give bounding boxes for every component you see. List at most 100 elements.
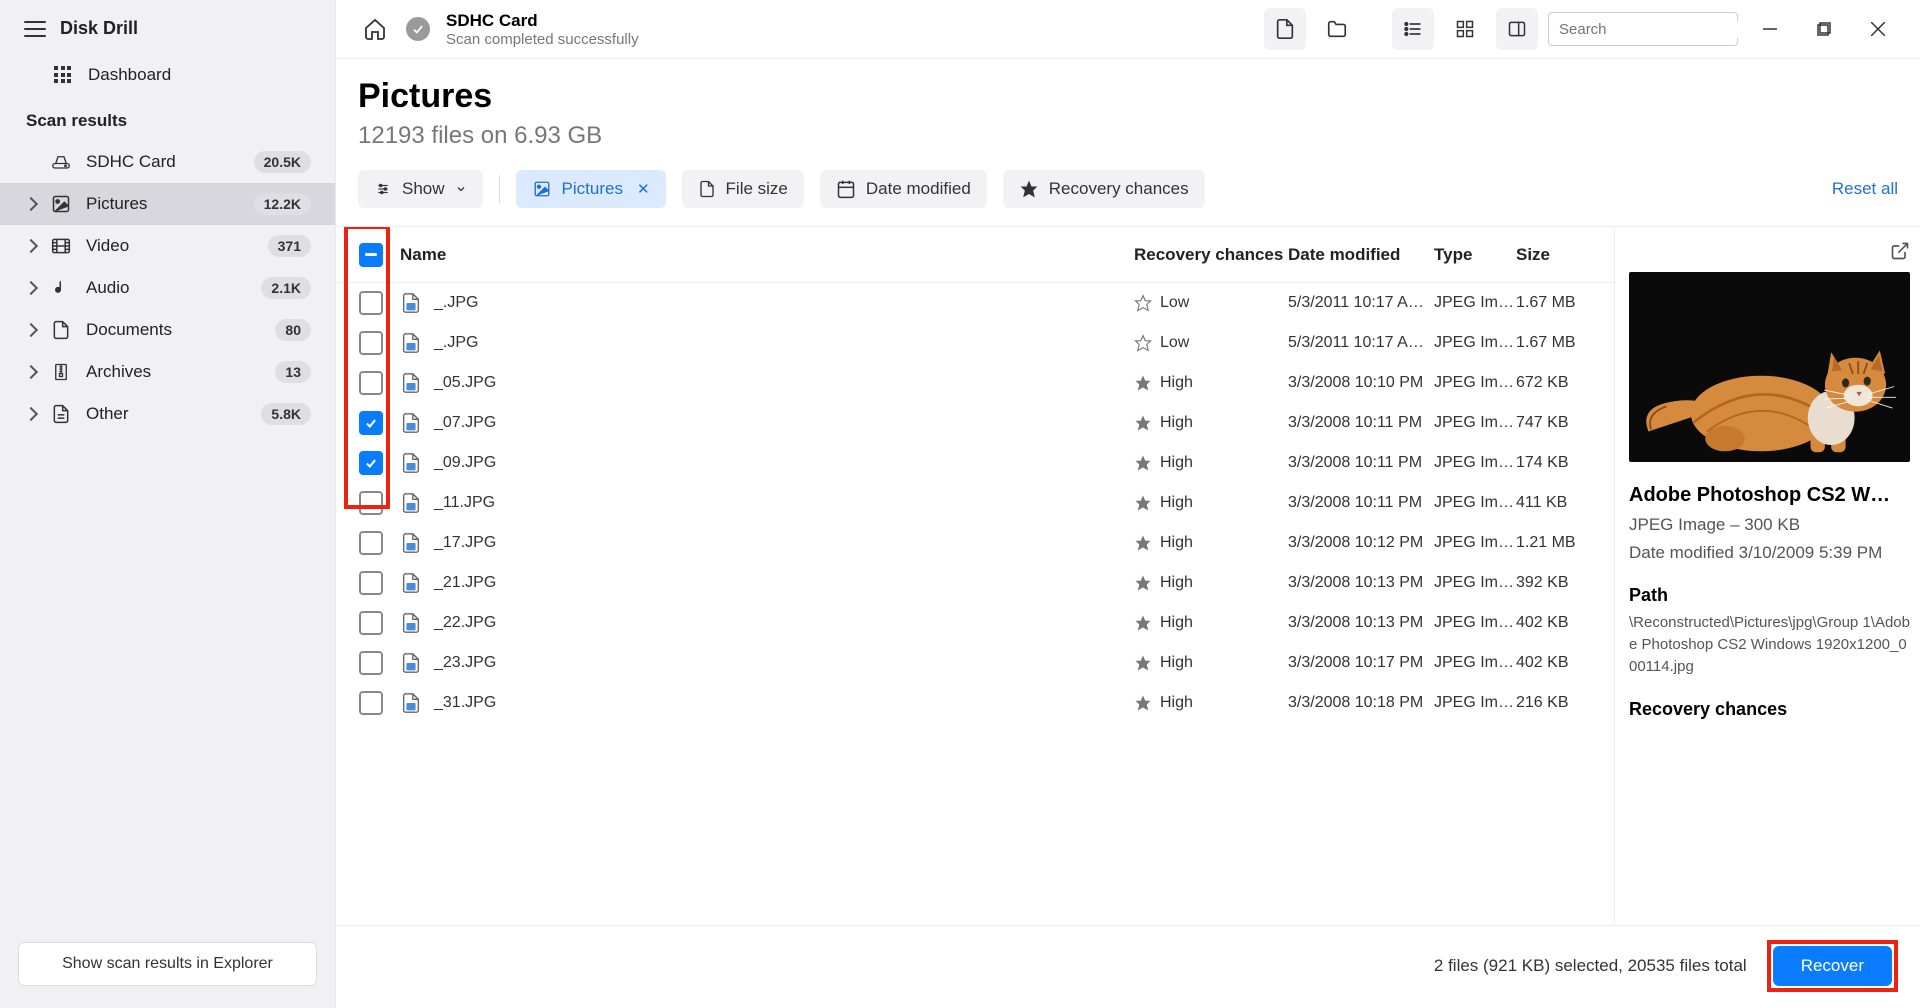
recover-button[interactable]: Recover	[1773, 946, 1892, 986]
file-table[interactable]: Name Recovery chances Date modified Type…	[336, 227, 1614, 925]
filter-bar: Show Pictures ✕ File size Date modified …	[336, 156, 1920, 227]
sidebar-badge: 5.8K	[261, 403, 311, 425]
pictures-icon	[50, 193, 72, 215]
sidebar-badge: 20.5K	[254, 151, 311, 173]
selection-status: 2 files (921 KB) selected, 20535 files t…	[1434, 956, 1747, 976]
row-checkbox[interactable]	[359, 411, 383, 435]
size-cell: 1.21 MB	[1516, 534, 1614, 552]
sidebar-item-audio[interactable]: Audio2.1K	[0, 267, 335, 309]
sidebar-label: Archives	[86, 362, 261, 382]
col-recovery[interactable]: Recovery chances	[1134, 245, 1288, 265]
col-size[interactable]: Size	[1516, 245, 1614, 265]
select-all-checkbox[interactable]	[359, 243, 383, 267]
table-row[interactable]: _22.JPGHigh3/3/2008 10:13 PMJPEG Im…402 …	[336, 603, 1614, 643]
close-button[interactable]	[1856, 12, 1900, 46]
date-label: Date modified	[866, 179, 971, 199]
grid-view-icon[interactable]	[1444, 8, 1486, 50]
recovery-cell: Low	[1134, 334, 1288, 352]
type-cell: JPEG Im…	[1434, 374, 1516, 392]
row-checkbox[interactable]	[359, 331, 383, 355]
hamburger-icon[interactable]	[24, 21, 46, 37]
row-checkbox[interactable]	[359, 291, 383, 315]
page-title: Pictures	[358, 77, 1898, 116]
table-row[interactable]: _23.JPGHigh3/3/2008 10:17 PMJPEG Im…402 …	[336, 643, 1614, 683]
sidebar-item-dashboard[interactable]: Dashboard	[0, 55, 335, 95]
row-checkbox[interactable]	[359, 491, 383, 515]
sidebar-item-drive[interactable]: SDHC Card20.5K	[0, 141, 335, 183]
other-icon	[50, 403, 72, 425]
sidebar-item-other[interactable]: Other5.8K	[0, 393, 335, 435]
page-subtitle: 12193 files on 6.93 GB	[358, 122, 1898, 150]
date-cell: 5/3/2011 10:17 A…	[1288, 334, 1434, 352]
size-cell: 411 KB	[1516, 494, 1614, 512]
recovery-cell: High	[1134, 694, 1288, 712]
chevron-right-icon	[24, 323, 38, 337]
size-cell: 402 KB	[1516, 654, 1614, 672]
home-icon[interactable]	[354, 8, 396, 50]
row-checkbox[interactable]	[359, 531, 383, 555]
maximize-button[interactable]	[1802, 12, 1846, 46]
star-icon	[1019, 179, 1039, 199]
table-row[interactable]: _31.JPGHigh3/3/2008 10:18 PMJPEG Im…216 …	[336, 683, 1614, 723]
table-row[interactable]: _.JPGLow5/3/2011 10:17 A…JPEG Im…1.67 MB	[336, 323, 1614, 363]
folder-icon[interactable]	[1316, 8, 1358, 50]
date-cell: 3/3/2008 10:11 PM	[1288, 414, 1434, 432]
panel-icon[interactable]	[1496, 8, 1538, 50]
preview-image	[1629, 272, 1910, 462]
date-cell: 3/3/2008 10:11 PM	[1288, 454, 1434, 472]
row-checkbox[interactable]	[359, 571, 383, 595]
detail-path: \Reconstructed\Pictures\jpg\Group 1\Adob…	[1629, 612, 1910, 677]
file-name: _17.JPG	[394, 532, 1134, 554]
open-external-icon[interactable]	[1890, 241, 1910, 266]
row-checkbox[interactable]	[359, 451, 383, 475]
date-filter[interactable]: Date modified	[820, 170, 987, 208]
search-input[interactable]	[1548, 12, 1738, 46]
table-row[interactable]: _11.JPGHigh3/3/2008 10:11 PMJPEG Im…411 …	[336, 483, 1614, 523]
recovery-filter[interactable]: Recovery chances	[1003, 170, 1205, 208]
list-view-icon[interactable]	[1392, 8, 1434, 50]
recovery-cell: High	[1134, 454, 1288, 472]
recovery-cell: High	[1134, 414, 1288, 432]
chevron-right-icon	[24, 239, 38, 253]
pictures-filter[interactable]: Pictures ✕	[516, 170, 666, 208]
size-cell: 1.67 MB	[1516, 334, 1614, 352]
recovery-cell: High	[1134, 654, 1288, 672]
filesize-filter[interactable]: File size	[682, 170, 804, 208]
col-date[interactable]: Date modified	[1288, 245, 1434, 265]
file-name: _23.JPG	[394, 652, 1134, 674]
details-panel: Adobe Photoshop CS2 W… JPEG Image – 300 …	[1614, 227, 1920, 925]
sidebar-item-archives[interactable]: Archives13	[0, 351, 335, 393]
sidebar-item-documents[interactable]: Documents80	[0, 309, 335, 351]
clear-filter-icon[interactable]: ✕	[637, 180, 650, 198]
table-row[interactable]: _21.JPGHigh3/3/2008 10:13 PMJPEG Im…392 …	[336, 563, 1614, 603]
table-row[interactable]: _.JPGLow5/3/2011 10:17 A…JPEG Im…1.67 MB	[336, 283, 1614, 323]
size-cell: 174 KB	[1516, 454, 1614, 472]
chevron-down-icon	[455, 183, 467, 195]
file-name: _22.JPG	[394, 612, 1134, 634]
detail-path-label: Path	[1629, 585, 1910, 606]
col-name[interactable]: Name	[394, 245, 1134, 265]
type-cell: JPEG Im…	[1434, 414, 1516, 432]
sidebar-badge: 12.2K	[254, 193, 311, 215]
sidebar-item-video[interactable]: Video371	[0, 225, 335, 267]
table-row[interactable]: _05.JPGHigh3/3/2008 10:10 PMJPEG Im…672 …	[336, 363, 1614, 403]
documents-icon	[50, 319, 72, 341]
row-checkbox[interactable]	[359, 651, 383, 675]
row-checkbox[interactable]	[359, 371, 383, 395]
detail-subtitle: JPEG Image – 300 KB	[1629, 515, 1910, 535]
table-row[interactable]: _17.JPGHigh3/3/2008 10:12 PMJPEG Im…1.21…	[336, 523, 1614, 563]
row-checkbox[interactable]	[359, 611, 383, 635]
show-in-explorer-button[interactable]: Show scan results in Explorer	[18, 942, 317, 986]
file-icon[interactable]	[1264, 8, 1306, 50]
table-row[interactable]: _09.JPGHigh3/3/2008 10:11 PMJPEG Im…174 …	[336, 443, 1614, 483]
reset-all-link[interactable]: Reset all	[1832, 179, 1898, 199]
show-filter[interactable]: Show	[358, 170, 483, 208]
sliders-icon	[374, 182, 392, 196]
minimize-button[interactable]	[1748, 12, 1792, 46]
sidebar-item-pictures[interactable]: Pictures12.2K	[0, 183, 335, 225]
search-field[interactable]	[1559, 21, 1758, 38]
sidebar-badge: 80	[275, 319, 311, 341]
row-checkbox[interactable]	[359, 691, 383, 715]
col-type[interactable]: Type	[1434, 245, 1516, 265]
table-row[interactable]: _07.JPGHigh3/3/2008 10:11 PMJPEG Im…747 …	[336, 403, 1614, 443]
